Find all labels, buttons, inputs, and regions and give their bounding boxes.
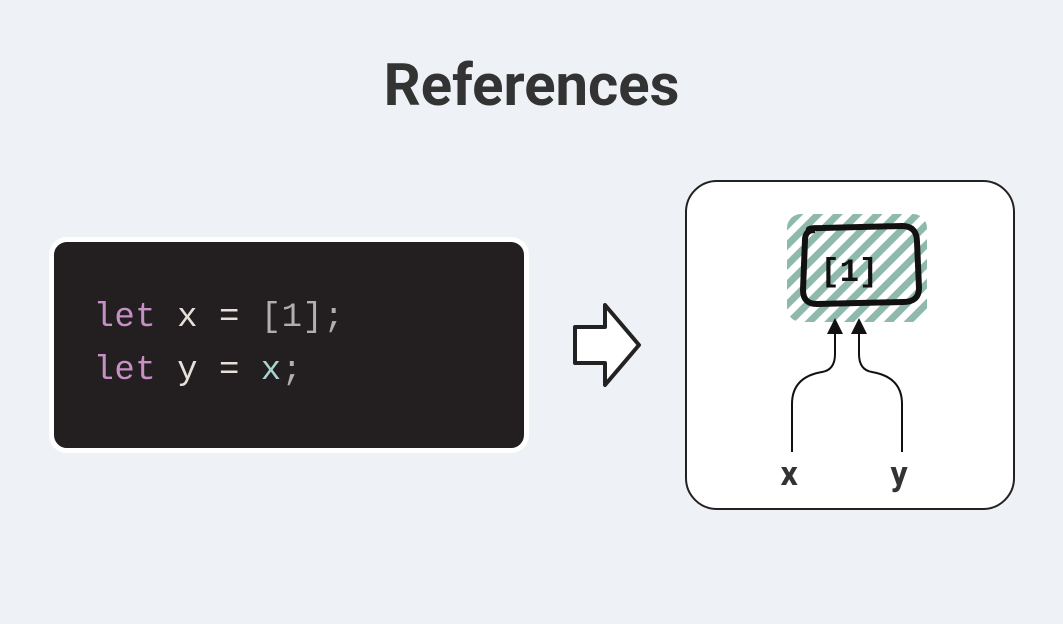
reference-diagram: [1] x y (685, 180, 1015, 510)
code-line-2: let y = x; (94, 345, 484, 398)
page-title: References (0, 0, 1063, 120)
box-value-label: [1] (821, 254, 879, 291)
diagram-var-y: y (891, 454, 908, 494)
code-block: let x = [1]; let y = x; (49, 237, 529, 452)
code-line-1: let x = [1]; (94, 292, 484, 345)
arrow-y-to-box (859, 322, 902, 452)
arrow-x-to-box (792, 322, 835, 452)
content-row: let x = [1]; let y = x; [1] (0, 180, 1063, 510)
diagram-var-x: x (781, 454, 798, 494)
arrow-right-icon (567, 285, 647, 405)
